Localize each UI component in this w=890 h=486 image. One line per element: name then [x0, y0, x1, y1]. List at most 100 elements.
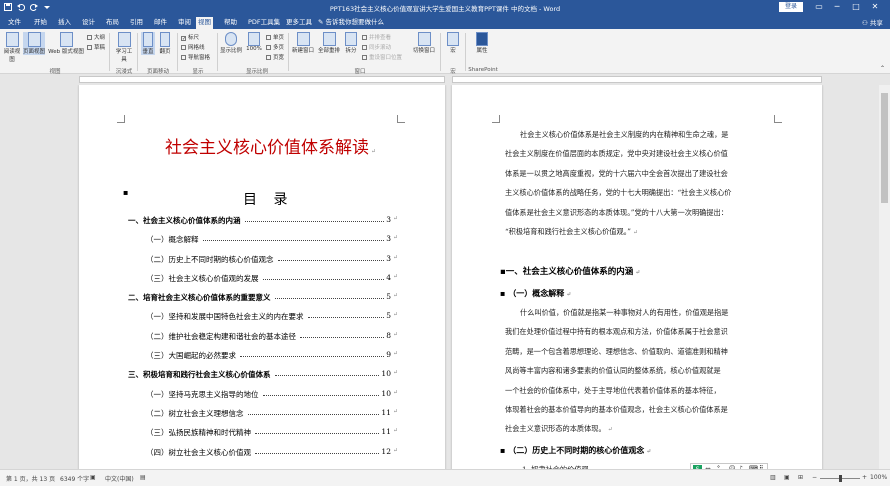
- document-page-1[interactable]: 社会主义核心价值体系解读 ↵ ▪ 目 录 一、社会主义核心价值体系的内涵 3 ↵ （一…: [79, 85, 445, 469]
- learning-tools-button[interactable]: 学习工具: [114, 32, 134, 63]
- toc-leader: [262, 273, 385, 280]
- tab-design[interactable]: 设计: [80, 17, 97, 29]
- collapse-ribbon-icon[interactable]: ⌃: [880, 65, 885, 72]
- multiple-pages-button[interactable]: 多页: [266, 43, 284, 51]
- zoom-level[interactable]: 100%: [870, 474, 887, 481]
- switch-windows-button[interactable]: 切换窗口: [412, 32, 436, 54]
- paragraph-mark-icon: ↵: [392, 388, 398, 396]
- toc-entry[interactable]: （三）弘扬民族精神和时代精神 11 ↵: [128, 427, 398, 446]
- document-area[interactable]: 社会主义核心价值体系解读 ↵ ▪ 目 录 一、社会主义核心价值体系的内涵 3 ↵ （一…: [0, 85, 890, 469]
- toc-entry-page: 12: [381, 446, 391, 456]
- tab-insert[interactable]: 插入: [56, 17, 73, 29]
- page-width-button[interactable]: 页宽: [266, 53, 284, 61]
- toc-entry[interactable]: （二）维护社会稳定构建和谐社会的基本途径 8 ↵: [128, 330, 398, 350]
- view-side-by-side-label: 并排查看: [369, 35, 392, 41]
- zoom-100-button[interactable]: 100%: [245, 32, 263, 52]
- one-page-button[interactable]: 单页: [266, 33, 284, 41]
- toc-entry-text: （三）弘扬民族精神和时代精神: [146, 427, 253, 439]
- close-icon[interactable]: ✕: [868, 2, 882, 11]
- toc-entry[interactable]: （三）社会主义核心价值观的发展 4 ↵: [128, 272, 398, 292]
- draft-button[interactable]: 草稿: [87, 43, 105, 51]
- print-layout-status-icon[interactable]: ▣: [784, 474, 790, 481]
- tab-home[interactable]: 开始: [32, 17, 49, 29]
- text-line: “积极培育和践行社会主义核心价值观。” ↵: [505, 222, 779, 242]
- heading-2a[interactable]: ▪ （一）概念解释 ↵: [500, 288, 571, 299]
- toc-entry-text: 三、积极培育和践行社会主义核心价值体系: [128, 369, 273, 381]
- proofing-icon[interactable]: ▣: [90, 474, 96, 481]
- heading-2b[interactable]: ▪ （二）历史上不同时期的核心价值观念 ↵: [500, 445, 651, 456]
- navigation-pane-checkbox[interactable]: 导航窗格: [181, 53, 210, 61]
- tab-review[interactable]: 审阅: [176, 17, 193, 29]
- tab-mailings[interactable]: 邮件: [152, 17, 169, 29]
- tab-help[interactable]: 帮助: [222, 17, 239, 29]
- synchronous-scrolling-button[interactable]: 同步滚动: [362, 43, 391, 51]
- tab-file[interactable]: 文件: [6, 17, 23, 29]
- tab-references[interactable]: 引用: [128, 17, 145, 29]
- zoom-in-icon[interactable]: +: [862, 474, 867, 481]
- read-mode-status-icon[interactable]: ▥: [770, 474, 776, 481]
- share-button[interactable]: ⚇ 共享: [862, 17, 883, 27]
- toc-entry[interactable]: （二）历史上不同时期的核心价值观念 3 ↵: [128, 253, 398, 273]
- macro-record-icon[interactable]: ▤: [140, 474, 146, 481]
- ribbon-separator: [177, 33, 178, 71]
- web-layout-status-icon[interactable]: ⊞: [798, 474, 803, 481]
- vertical-scrollbar[interactable]: [879, 85, 890, 469]
- toc-entry[interactable]: （一）坚持和发展中国特色社会主义的内在要求 5 ↵: [128, 311, 398, 330]
- side-to-side-button[interactable]: 翻页: [158, 32, 172, 55]
- toc-entry[interactable]: （二）树立社会主义理想信念 11 ↵: [128, 407, 398, 427]
- minimize-icon[interactable]: ─: [830, 2, 844, 11]
- split-button[interactable]: 拆分: [343, 32, 359, 54]
- toc-entry[interactable]: （一）坚持马克思主义指导的地位 10 ↵: [128, 388, 398, 408]
- definition-paragraph[interactable]: 什么叫价值，价值就是指某一种事物对人的有用性，价值观是指是 我们在处理价值过程中…: [505, 303, 779, 440]
- zoom-slider-thumb[interactable]: [839, 475, 842, 482]
- language-status[interactable]: 中文(中国): [105, 474, 134, 483]
- bullet-mark: ▪: [500, 288, 509, 298]
- new-window-button[interactable]: 新建窗口: [291, 32, 315, 54]
- login-button[interactable]: 登录: [779, 2, 803, 12]
- document-page-2[interactable]: 社会主义核心价值体系是社会主义制度的内在精神和生命之魂，是 社会主义制度在价值层…: [452, 85, 822, 469]
- toc-entry[interactable]: 一、社会主义核心价值体系的内涵 3 ↵: [128, 215, 398, 234]
- properties-button[interactable]: 属性: [474, 32, 490, 54]
- read-mode-button[interactable]: 阅读视图: [3, 32, 21, 63]
- gridlines-checkbox[interactable]: 网格线: [181, 43, 205, 51]
- toc-entry[interactable]: （三）大国崛起的必然要求 9 ↵: [128, 350, 398, 369]
- table-of-contents[interactable]: 一、社会主义核心价值体系的内涵 3 ↵ （一）概念解释 3 ↵ （二）历史上不同时期的核…: [128, 215, 398, 466]
- vertical-button[interactable]: 垂直: [141, 32, 155, 55]
- heading-1[interactable]: ▪一、社会主义核心价值体系的内涵 ↵: [500, 265, 640, 277]
- tell-me-search[interactable]: ✎ 告诉我你想要做什么: [316, 17, 386, 29]
- ruler-checkbox[interactable]: ✓ 标尺: [181, 33, 199, 42]
- horizontal-ruler[interactable]: [0, 74, 890, 85]
- web-layout-button[interactable]: Web 版式视图: [47, 32, 85, 55]
- toc-entry[interactable]: 三、积极培育和践行社会主义核心价值体系 10 ↵: [128, 369, 398, 388]
- tab-view[interactable]: 视图: [196, 17, 213, 29]
- toc-entry[interactable]: （一）概念解释 3 ↵: [128, 234, 398, 253]
- toc-entry[interactable]: 二、培育社会主义核心价值体系的重要意义 5 ↵: [128, 292, 398, 311]
- macros-label: 宏: [450, 48, 456, 54]
- ribbon-display-options-icon[interactable]: ▭: [812, 2, 826, 11]
- macros-button[interactable]: 宏: [445, 32, 461, 54]
- page-width-label: 页宽: [273, 55, 285, 61]
- tab-pdf-tools[interactable]: PDF工具集: [246, 17, 282, 29]
- zoom-out-icon[interactable]: −: [812, 474, 817, 481]
- maximize-icon[interactable]: □: [849, 2, 863, 11]
- print-layout-button[interactable]: 页面视图: [23, 32, 45, 55]
- document-title[interactable]: 社会主义核心价值体系解读 ↵: [165, 133, 376, 158]
- outline-button[interactable]: 大纲: [87, 33, 105, 41]
- tab-more-tools[interactable]: 更多工具: [284, 17, 314, 29]
- paragraph-mark-icon: ↵: [632, 229, 638, 237]
- word-count[interactable]: 6349 个字: [60, 474, 89, 483]
- text-line: 社会主义核心价值体系是社会主义制度的内在精神和生命之魂，是: [520, 130, 729, 139]
- zoom-button[interactable]: 显示比例: [220, 32, 242, 54]
- tab-layout[interactable]: 布局: [104, 17, 121, 29]
- print-layout-label: 页面视图: [23, 49, 46, 55]
- toc-entry[interactable]: （四）树立社会主义核心价值观 12 ↵: [128, 446, 398, 466]
- page-count[interactable]: 第 1 页，共 13 页: [6, 474, 55, 483]
- synchronous-scrolling-label: 同步滚动: [369, 45, 392, 51]
- arrange-all-button[interactable]: 全部重排: [317, 32, 341, 54]
- ribbon-tabs: 文件 开始 插入 设计 布局 引用 邮件 审阅 视图 帮助 PDF工具集 更多工…: [0, 15, 890, 29]
- intro-paragraph[interactable]: 社会主义核心价值体系是社会主义制度的内在精神和生命之魂，是 社会主义制度在价值层…: [505, 125, 779, 242]
- reset-window-position-button[interactable]: 重设窗口位置: [362, 53, 402, 61]
- scrollbar-thumb[interactable]: [881, 93, 888, 203]
- view-side-by-side-button[interactable]: 并排查看: [362, 33, 391, 41]
- toc-entry-page: 5: [386, 311, 391, 321]
